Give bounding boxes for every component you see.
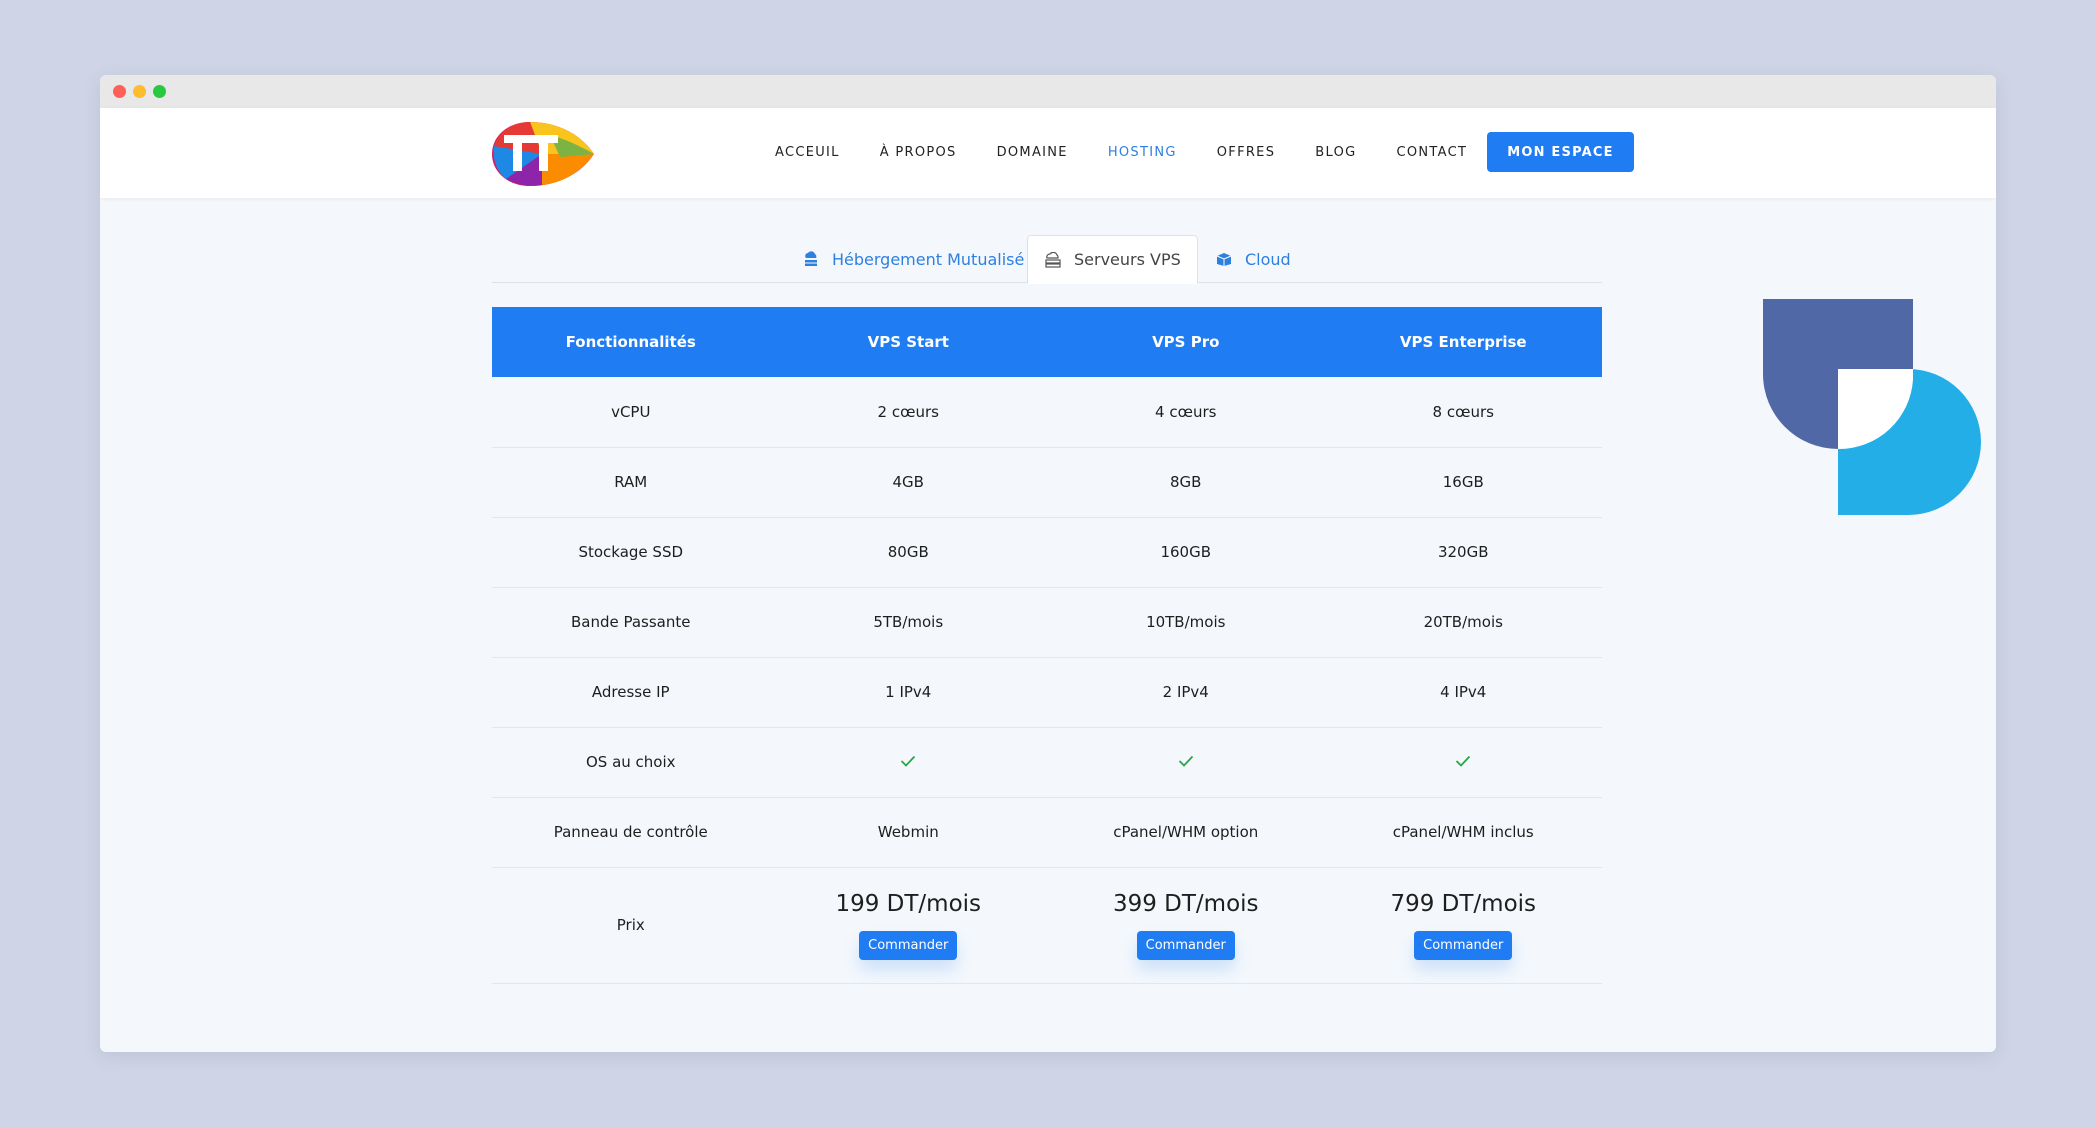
vps-comparison-table: Fonctionnalités VPS Start VPS Pro VPS En…: [492, 307, 1602, 984]
price-row: Prix 199 DT/mois Commander 399 DT/mois C…: [492, 867, 1602, 984]
price-value: 799 DT/mois: [1390, 890, 1537, 917]
window-titlebar: [100, 75, 1996, 108]
value-cell: 2 cœurs: [769, 377, 1047, 448]
table-row: Stockage SSD 80GB 160GB 320GB: [492, 517, 1602, 588]
tab-label: Hébergement Mutualisé: [832, 249, 1025, 269]
commander-button[interactable]: Commander: [859, 930, 958, 960]
value-cell: 8 cœurs: [1324, 377, 1602, 448]
value-cell: [769, 727, 1047, 798]
commander-button[interactable]: Commander: [1136, 930, 1235, 960]
value-cell: 160GB: [1047, 517, 1325, 588]
tab-label: Serveurs VPS: [1074, 250, 1181, 269]
main-nav: ACCEUIL À PROPOS DOMAINE HOSTING OFFRES …: [775, 132, 1634, 172]
nav-item-domaine[interactable]: DOMAINE: [997, 145, 1068, 160]
minimize-window-icon[interactable]: [133, 85, 146, 98]
table-row: Bande Passante 5TB/mois 10TB/mois 20TB/m…: [492, 587, 1602, 658]
value-cell: [1047, 727, 1325, 798]
value-cell: 2 IPv4: [1047, 657, 1325, 728]
table-row: Adresse IP 1 IPv4 2 IPv4 4 IPv4: [492, 657, 1602, 728]
nav-item-hosting[interactable]: HOSTING: [1108, 145, 1177, 160]
site-navbar: ACCEUIL À PROPOS DOMAINE HOSTING OFFRES …: [100, 108, 1996, 198]
tab-label: Cloud: [1245, 249, 1291, 269]
close-window-icon[interactable]: [113, 85, 126, 98]
tt-logo[interactable]: [490, 119, 594, 189]
table-row: RAM 4GB 8GB 16GB: [492, 447, 1602, 518]
value-cell: 10TB/mois: [1047, 587, 1325, 658]
tab-hebergement-mutualise[interactable]: Hébergement Mutualisé: [786, 235, 1040, 283]
decorative-shapes: [1763, 299, 1981, 515]
table-header-row: Fonctionnalités VPS Start VPS Pro VPS En…: [492, 307, 1602, 377]
table-row: vCPU 2 cœurs 4 cœurs 8 cœurs: [492, 377, 1602, 448]
nav-item-blog[interactable]: BLOG: [1315, 145, 1356, 160]
check-icon: [1456, 755, 1471, 767]
value-cell: 16GB: [1324, 447, 1602, 518]
column-header: VPS Enterprise: [1324, 307, 1602, 377]
value-cell: [1324, 727, 1602, 798]
tab-serveurs-vps[interactable]: Serveurs VPS: [1027, 235, 1198, 284]
value-cell: 5TB/mois: [769, 587, 1047, 658]
value-cell: 320GB: [1324, 517, 1602, 588]
server-icon: [1045, 251, 1061, 268]
price-cell: 199 DT/mois Commander: [769, 867, 1047, 984]
column-header: VPS Pro: [1047, 307, 1325, 377]
value-cell: 4 cœurs: [1047, 377, 1325, 448]
hosting-tabs: Hébergement Mutualisé Serveurs VPS Cloud: [492, 235, 1602, 284]
commander-button[interactable]: Commander: [1414, 930, 1513, 960]
value-cell: 1 IPv4: [769, 657, 1047, 728]
price-value: 199 DT/mois: [835, 890, 982, 917]
mon-espace-button[interactable]: MON ESPACE: [1487, 132, 1634, 172]
value-cell: cPanel/WHM option: [1047, 797, 1325, 868]
value-cell: 4GB: [769, 447, 1047, 518]
cloud-box-icon: [1216, 253, 1232, 266]
feature-cell: Prix: [492, 867, 770, 984]
tab-cloud[interactable]: Cloud: [1199, 235, 1307, 283]
maximize-window-icon[interactable]: [153, 85, 166, 98]
feature-cell: Panneau de contrôle: [492, 797, 770, 868]
table-row: OS au choix: [492, 727, 1602, 798]
value-cell: 8GB: [1047, 447, 1325, 518]
check-icon: [901, 755, 916, 767]
feature-cell: vCPU: [492, 377, 770, 448]
price-value: 399 DT/mois: [1112, 890, 1259, 917]
feature-cell: Bande Passante: [492, 587, 770, 658]
feature-cell: Adresse IP: [492, 657, 770, 728]
value-cell: Webmin: [769, 797, 1047, 868]
value-cell: cPanel/WHM inclus: [1324, 797, 1602, 868]
nav-item-contact[interactable]: CONTACT: [1396, 145, 1467, 160]
value-cell: 20TB/mois: [1324, 587, 1602, 658]
cloud-server-icon: [805, 251, 817, 266]
column-header: Fonctionnalités: [492, 307, 770, 377]
nav-item-offres[interactable]: OFFRES: [1217, 145, 1276, 160]
value-cell: 80GB: [769, 517, 1047, 588]
price-cell: 399 DT/mois Commander: [1047, 867, 1325, 984]
check-icon: [1178, 755, 1193, 767]
table-row: Panneau de contrôle Webmin cPanel/WHM op…: [492, 797, 1602, 868]
nav-item-a-propos[interactable]: À PROPOS: [880, 145, 957, 160]
browser-window: ACCEUIL À PROPOS DOMAINE HOSTING OFFRES …: [100, 75, 1996, 1052]
column-header: VPS Start: [769, 307, 1047, 377]
nav-item-acceuil[interactable]: ACCEUIL: [775, 145, 840, 160]
feature-cell: Stockage SSD: [492, 517, 770, 588]
feature-cell: RAM: [492, 447, 770, 518]
price-cell: 799 DT/mois Commander: [1324, 867, 1602, 984]
feature-cell: OS au choix: [492, 727, 770, 798]
value-cell: 4 IPv4: [1324, 657, 1602, 728]
